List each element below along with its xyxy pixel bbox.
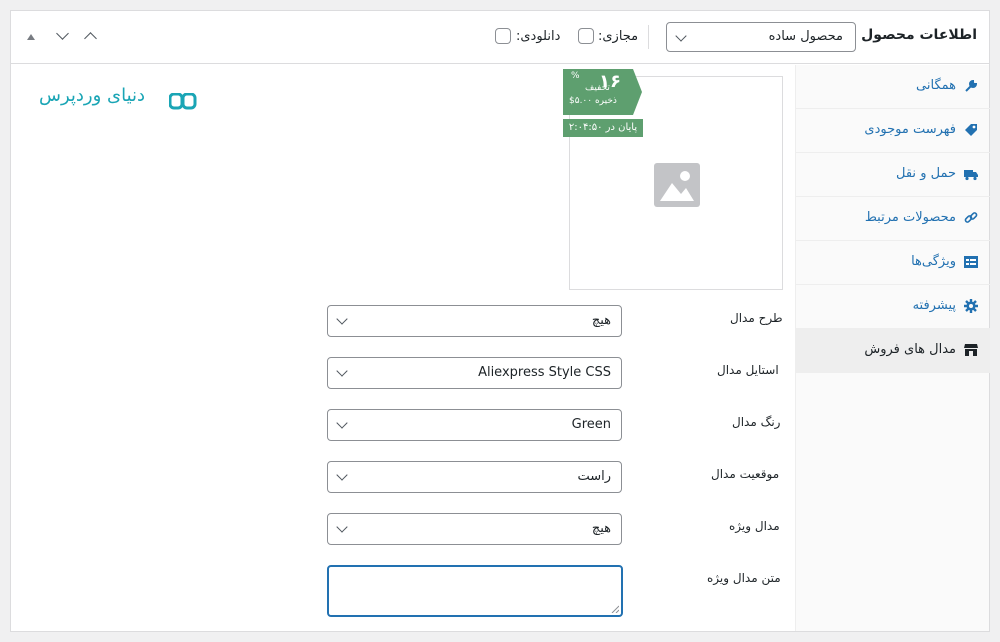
discount-badge: ۱۶ % تخفیف ذخیره ۵.۰۰$ <box>563 69 642 115</box>
truck-icon <box>964 170 978 181</box>
downloadable-label: دانلودی: <box>516 29 561 44</box>
list-icon <box>964 256 978 268</box>
badge-style-label: استایل مدال <box>717 363 779 377</box>
chevron-down-icon <box>675 30 687 42</box>
product-type-select[interactable]: محصول ساده <box>666 22 856 52</box>
resize-handle-icon[interactable] <box>611 605 619 613</box>
product-type-value: محصول ساده <box>768 29 843 44</box>
tag-icon <box>965 124 977 136</box>
badge-color-select[interactable]: Green <box>327 409 622 441</box>
virtual-checkbox[interactable] <box>578 28 594 44</box>
triangle-up-icon <box>27 34 35 40</box>
badge-color-value: Green <box>571 417 611 432</box>
store-icon <box>964 344 978 356</box>
countdown-timer: پایان در ۲:۰۴:۵۰ <box>563 119 643 137</box>
special-badge-value: هیچ <box>591 521 611 536</box>
move-up-button[interactable] <box>21 27 41 47</box>
product-data-panel: اطلاعات محصول — محصول ساده مجازی: دانلود… <box>10 10 990 632</box>
tab-attributes[interactable]: ویژگی‌ها <box>796 241 990 285</box>
tab-sales-badges[interactable]: مدال های فروش <box>796 329 990 373</box>
special-badge-select[interactable]: هیچ <box>327 513 622 545</box>
badge-percent: % <box>571 71 580 81</box>
tab-attributes-label: ویژگی‌ها <box>911 254 956 269</box>
chevron-down-icon <box>336 365 348 377</box>
tab-inventory-label: فهرست موجودی <box>864 122 956 137</box>
tab-advanced-label: پیشرفته <box>912 298 956 313</box>
tab-shipping-label: حمل و نقل <box>896 166 956 181</box>
tab-sales-badges-label: مدال های فروش <box>864 342 956 357</box>
badge-design-select[interactable]: هیچ <box>327 305 622 337</box>
chevron-down-icon <box>336 469 348 481</box>
panel-title: اطلاعات محصول — <box>842 27 977 43</box>
badge-color-label: رنگ مدال <box>732 415 781 429</box>
badge-save-amount: ذخیره ۵.۰۰$ <box>569 96 617 106</box>
chevron-down-icon <box>336 313 348 325</box>
badge-style-select[interactable]: Aliexpress Style CSS <box>327 357 622 389</box>
special-badge-text-label: متن مدال ویژه <box>707 571 781 585</box>
badge-off-label: تخفیف <box>585 83 610 93</box>
logo-mark-icon <box>169 93 197 110</box>
tab-shipping[interactable]: حمل و نقل <box>796 153 990 197</box>
product-data-tabs: همگانی فهرست موجودی حمل و نقل محصولات مر… <box>795 65 990 631</box>
chevron-up-icon <box>84 32 97 45</box>
tab-linked-products-label: محصولات مرتبط <box>864 210 956 225</box>
image-placeholder-icon <box>654 163 700 207</box>
badge-style-value: Aliexpress Style CSS <box>478 365 611 380</box>
special-badge-label: مدال ویژه <box>729 519 780 533</box>
downloadable-checkbox[interactable] <box>495 28 511 44</box>
tab-general[interactable]: همگانی <box>796 65 990 109</box>
collapse-panel-button[interactable] <box>81 27 101 47</box>
move-down-button[interactable] <box>53 27 73 47</box>
badge-position-select[interactable]: راست <box>327 461 622 493</box>
badge-design-label: طرح مدال <box>730 311 783 325</box>
tab-linked-products[interactable]: محصولات مرتبط <box>796 197 990 241</box>
chevron-down-icon <box>56 27 69 40</box>
wrench-icon <box>965 79 978 92</box>
panel-header: اطلاعات محصول — محصول ساده مجازی: دانلود… <box>11 11 989 64</box>
header-divider <box>648 25 649 49</box>
chevron-down-icon <box>336 417 348 429</box>
link-icon <box>964 212 978 223</box>
special-badge-text-input[interactable] <box>327 565 623 617</box>
tab-general-label: همگانی <box>916 78 956 93</box>
badge-position-value: راست <box>577 469 611 484</box>
badge-position-label: موقعیت مدال <box>711 467 780 481</box>
gear-icon <box>964 299 978 313</box>
tab-inventory[interactable]: فهرست موجودی <box>796 109 990 153</box>
virtual-label: مجازی: <box>598 29 639 44</box>
chevron-down-icon <box>336 521 348 533</box>
badge-design-value: هیچ <box>591 313 611 328</box>
tab-advanced[interactable]: پیشرفته <box>796 285 990 329</box>
logo-text: دنیای وردپرس <box>39 85 146 106</box>
